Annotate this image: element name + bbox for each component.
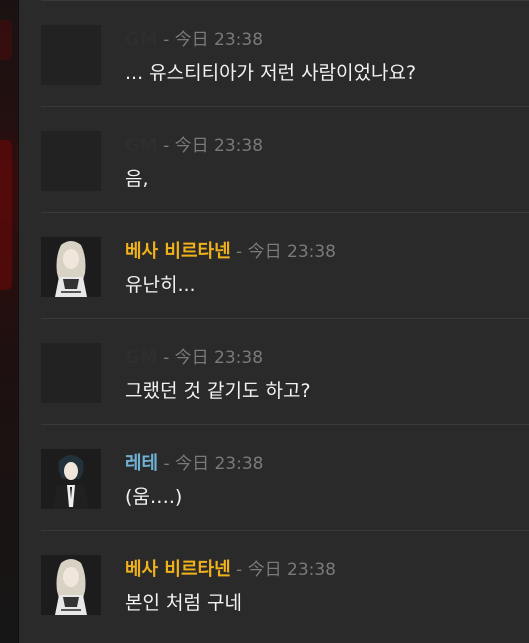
timestamp: 今日 23:38	[175, 454, 264, 474]
chat-message: 베사 비르타넨 - 今日 23:38 유난히...	[41, 212, 529, 318]
message-header: 베사 비르타넨 - 今日 23:38	[125, 241, 336, 263]
author-name[interactable]: 베사 비르타넨	[125, 559, 231, 580]
separator: -	[236, 560, 243, 580]
message-header: 베사 비르타넨 - 今日 23:38	[125, 559, 336, 581]
rete-portrait-icon	[41, 449, 101, 509]
chat-message: 레테 - 今日 23:38 (움….)	[41, 424, 529, 530]
chat-message: 베사 비르타넨 - 今日 23:38 본인 처럼 구네	[41, 530, 529, 636]
separator: -	[236, 242, 243, 262]
chat-window: GM - 今日 23:38 ... 유스티티아가 저런 사람이었나요? GM -…	[0, 0, 529, 643]
message-text: 그랬던 것 같기도 하고?	[125, 380, 311, 402]
separator: -	[163, 454, 170, 474]
timestamp: 今日 23:38	[174, 348, 264, 368]
message-text: (움….)	[125, 486, 183, 508]
timestamp: 今日 23:38	[247, 242, 336, 262]
author-name[interactable]: 베사 비르타넨	[125, 241, 231, 262]
side-panel	[0, 0, 19, 643]
message-text: ... 유스티티아가 저런 사람이었나요?	[125, 62, 417, 84]
message-header: 레테 - 今日 23:38	[125, 453, 263, 475]
avatar[interactable]	[41, 449, 101, 509]
message-header: GM - 今日 23:38	[125, 135, 263, 157]
author-name[interactable]: 레테	[125, 453, 158, 474]
timestamp: 今日 23:38	[247, 560, 336, 580]
message-text: 본인 처럼 구네	[125, 592, 242, 614]
author-name[interactable]: GM	[125, 347, 158, 368]
timestamp: 今日 23:38	[174, 30, 264, 50]
separator: -	[163, 348, 170, 368]
avatar[interactable]	[41, 25, 101, 85]
message-header: GM - 今日 23:38	[125, 29, 263, 51]
besa-portrait-icon	[41, 555, 101, 615]
message-text: 유난히...	[125, 274, 196, 296]
besa-portrait-icon	[41, 237, 101, 297]
chat-message: GM - 今日 23:38 그랬던 것 같기도 하고?	[41, 318, 529, 424]
chat-message: GM - 今日 23:38 ... 유스티티아가 저런 사람이었나요?	[41, 0, 529, 106]
separator: -	[163, 136, 170, 156]
message-text: 음,	[125, 168, 149, 190]
separator: -	[163, 30, 170, 50]
message-log[interactable]: GM - 今日 23:38 ... 유스티티아가 저런 사람이었나요? GM -…	[19, 0, 529, 643]
avatar[interactable]	[41, 555, 101, 615]
chat-message: GM - 今日 23:38 음,	[41, 106, 529, 212]
message-header: GM - 今日 23:38	[125, 347, 263, 369]
timestamp: 今日 23:38	[174, 136, 264, 156]
author-name[interactable]: GM	[125, 29, 158, 50]
author-name[interactable]: GM	[125, 135, 158, 156]
avatar[interactable]	[41, 343, 101, 403]
avatar[interactable]	[41, 131, 101, 191]
avatar[interactable]	[41, 237, 101, 297]
